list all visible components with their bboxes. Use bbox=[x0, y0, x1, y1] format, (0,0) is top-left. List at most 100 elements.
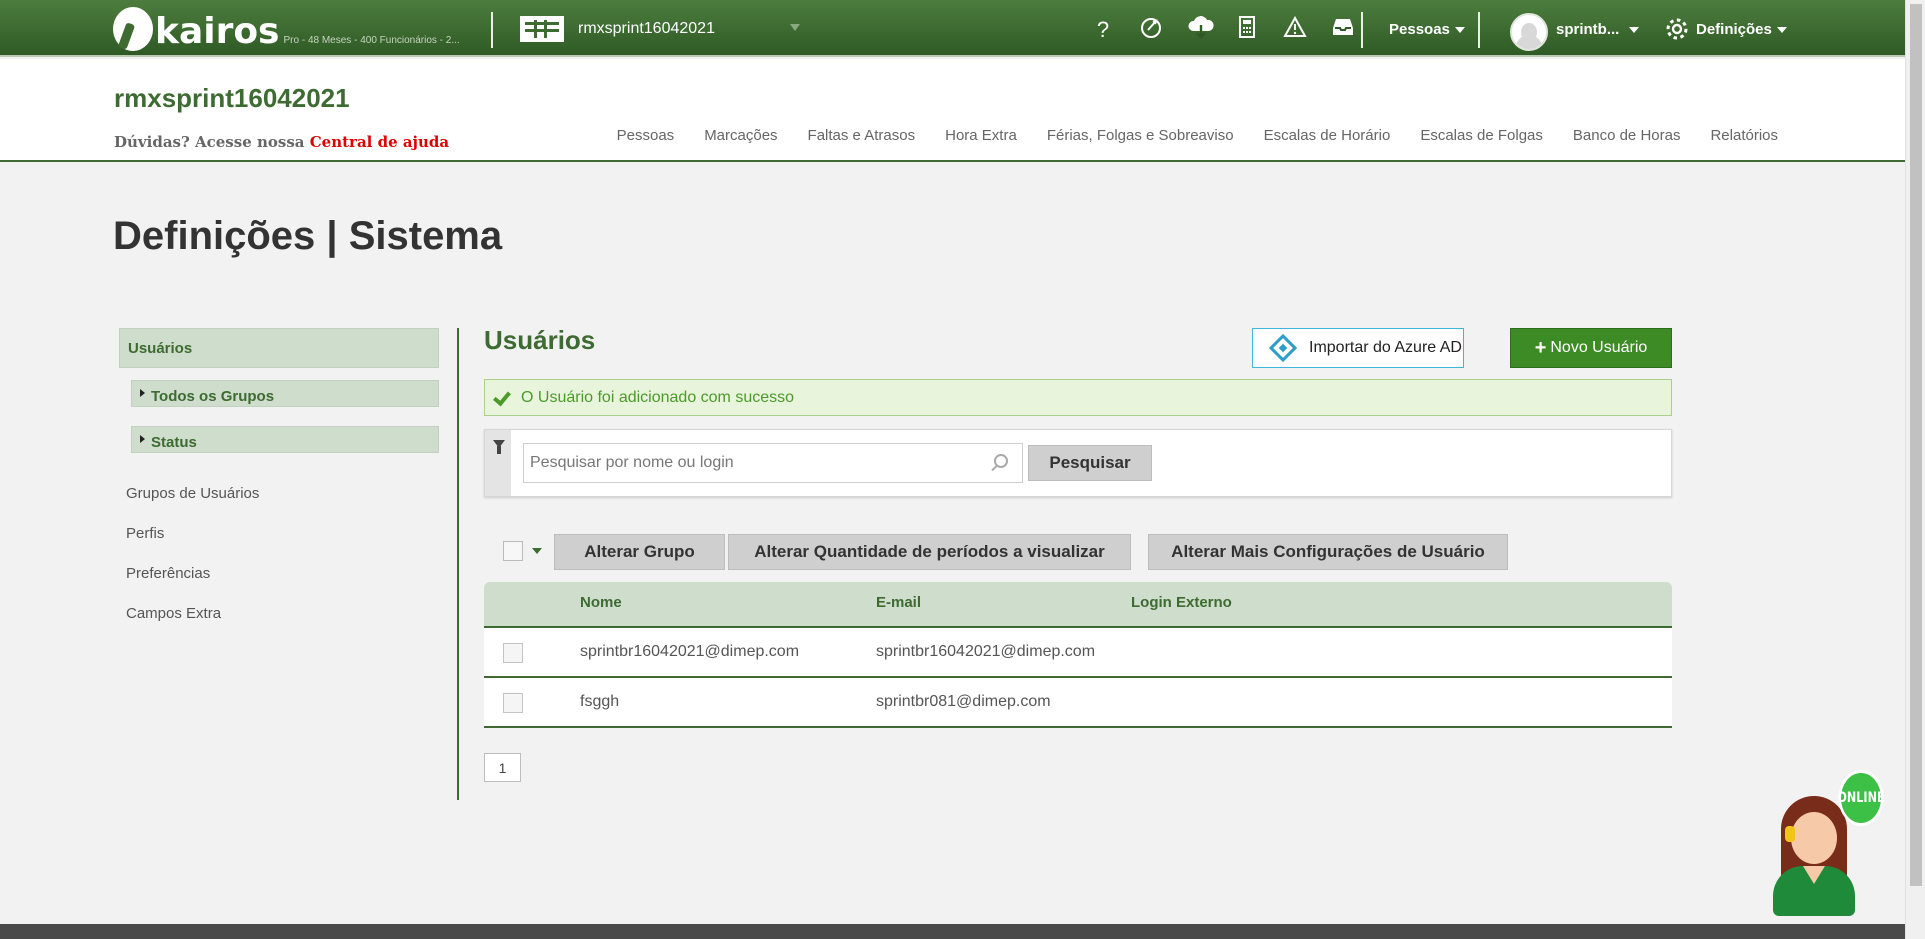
chat-widget[interactable]: ONLINE bbox=[1765, 770, 1895, 916]
user-menu-label: sprintb... bbox=[1556, 21, 1620, 38]
sidebar-item-label: Status bbox=[151, 433, 197, 451]
column-header-nome[interactable]: Nome bbox=[580, 594, 622, 611]
row-checkbox[interactable] bbox=[503, 693, 523, 713]
agent-face bbox=[1791, 812, 1837, 864]
vertical-divider bbox=[457, 328, 459, 800]
chevron-down-icon bbox=[1629, 26, 1640, 33]
search-button[interactable]: Pesquisar bbox=[1028, 445, 1152, 481]
nav-marcacoes[interactable]: Marcações bbox=[704, 127, 777, 144]
section-title: Usuários bbox=[484, 325, 596, 355]
search-icon[interactable] bbox=[994, 454, 1008, 468]
page-header: rmxsprint16042021 Dúvidas? Acesse nossa … bbox=[0, 59, 1905, 162]
top-icons: ? bbox=[1090, 15, 1378, 45]
nav-pessoas[interactable]: Pessoas bbox=[617, 127, 675, 144]
calculator-icon[interactable] bbox=[1234, 16, 1260, 44]
top-bar: kairos Pro - 48 Meses - 400 Funcionários… bbox=[0, 0, 1905, 57]
avatar[interactable] bbox=[1510, 13, 1548, 51]
user-menu[interactable]: sprintb... bbox=[1556, 21, 1640, 38]
cell-name[interactable]: fsggh bbox=[580, 693, 619, 711]
warning-icon[interactable] bbox=[1282, 15, 1308, 44]
divider bbox=[1478, 12, 1480, 48]
footer-bar bbox=[0, 924, 1905, 939]
success-alert: O Usuário foi adicionado com sucesso bbox=[484, 379, 1672, 416]
sidebar-item-label: Todos os Grupos bbox=[151, 387, 275, 405]
azure-ad-icon bbox=[1268, 333, 1298, 363]
nav-hora-extra[interactable]: Hora Extra bbox=[945, 127, 1017, 144]
nav-escalas-folgas[interactable]: Escalas de Folgas bbox=[1420, 127, 1543, 144]
table-row[interactable]: sprintbr16042021@dimep.com sprintbr16042… bbox=[484, 628, 1672, 678]
sidebar: Usuários Todos os Grupos Status Grupos d… bbox=[119, 328, 439, 622]
column-header-login-externo[interactable]: Login Externo bbox=[1131, 594, 1232, 611]
divider bbox=[1361, 12, 1363, 48]
settings-menu[interactable]: Definições bbox=[1696, 21, 1787, 38]
company-selector[interactable]: rmxsprint16042021 bbox=[520, 16, 715, 42]
help-center-link[interactable]: Central de ajuda bbox=[310, 133, 449, 151]
company-dropdown-caret-icon[interactable] bbox=[790, 24, 800, 31]
inbox-icon[interactable] bbox=[1330, 17, 1356, 43]
filter-icon bbox=[493, 440, 505, 454]
nav-relatorios[interactable]: Relatórios bbox=[1710, 127, 1778, 144]
import-azure-button[interactable]: Importar do Azure AD bbox=[1252, 328, 1464, 368]
select-dropdown-caret-icon[interactable] bbox=[532, 548, 542, 554]
online-status-badge[interactable]: ONLINE bbox=[1837, 770, 1885, 826]
vertical-scrollbar[interactable] bbox=[1905, 0, 1925, 939]
plus-icon: + bbox=[1534, 336, 1547, 359]
sidebar-item-campos-extra[interactable]: Campos Extra bbox=[126, 605, 221, 622]
table-header: Nome E-mail Login Externo bbox=[484, 582, 1672, 628]
company-title: rmxsprint16042021 bbox=[114, 83, 350, 113]
row-checkbox[interactable] bbox=[503, 643, 523, 663]
search-panel: Pesquisar bbox=[484, 429, 1672, 497]
sidebar-item-usuarios[interactable]: Usuários bbox=[119, 328, 439, 368]
help-text: Dúvidas? Acesse nossa Central de ajuda bbox=[114, 133, 449, 151]
new-user-button[interactable]: + Novo Usuário bbox=[1510, 328, 1672, 368]
scrollbar-thumb[interactable] bbox=[1910, 4, 1922, 886]
divider bbox=[491, 12, 493, 48]
cell-email: sprintbr081@dimep.com bbox=[876, 693, 1051, 710]
headset-icon bbox=[1785, 826, 1795, 842]
help-prefix: Dúvidas? Acesse nossa bbox=[114, 133, 305, 151]
gear-icon[interactable] bbox=[1665, 17, 1689, 46]
people-menu-label: Pessoas bbox=[1389, 21, 1450, 38]
check-icon bbox=[492, 388, 510, 406]
caret-right-icon bbox=[140, 389, 145, 397]
nav-faltas-atrasos[interactable]: Faltas e Atrasos bbox=[808, 127, 916, 144]
brand-name: kairos bbox=[155, 11, 280, 52]
sidebar-item-status[interactable]: Status bbox=[131, 426, 439, 453]
plan-info: Pro - 48 Meses - 400 Funcionários - 2... bbox=[283, 35, 460, 46]
people-menu[interactable]: Pessoas bbox=[1389, 21, 1465, 38]
table-row[interactable]: fsggh sprintbr081@dimep.com bbox=[484, 678, 1672, 728]
nav-escalas-horario[interactable]: Escalas de Horário bbox=[1264, 127, 1391, 144]
select-all-checkbox[interactable] bbox=[503, 541, 523, 561]
nav-ferias-folgas[interactable]: Férias, Folgas e Sobreaviso bbox=[1047, 127, 1234, 144]
change-group-button[interactable]: Alterar Grupo bbox=[554, 534, 725, 570]
main-nav: Pessoas Marcações Faltas e Atrasos Hora … bbox=[587, 127, 1778, 144]
sidebar-item-preferencias[interactable]: Preferências bbox=[126, 565, 210, 582]
users-table: Nome E-mail Login Externo sprintbr160420… bbox=[484, 582, 1672, 728]
change-periods-button[interactable]: Alterar Quantidade de períodos a visuali… bbox=[728, 534, 1131, 570]
sidebar-item-todos-grupos[interactable]: Todos os Grupos bbox=[131, 380, 439, 407]
rocket-icon[interactable] bbox=[1138, 15, 1164, 45]
company-selector-label: rmxsprint16042021 bbox=[578, 20, 715, 37]
nav-banco-horas[interactable]: Banco de Horas bbox=[1573, 127, 1681, 144]
pagination-page-button[interactable]: 1 bbox=[484, 753, 521, 782]
kairos-logo[interactable]: kairos Pro - 48 Meses - 400 Funcionários… bbox=[113, 5, 460, 51]
page-title: Definições | Sistema bbox=[113, 214, 503, 258]
import-azure-label: Importar do Azure AD bbox=[1309, 339, 1462, 356]
cell-email: sprintbr16042021@dimep.com bbox=[876, 643, 1096, 660]
caret-right-icon bbox=[140, 435, 145, 443]
column-header-email[interactable]: E-mail bbox=[876, 594, 921, 611]
change-user-settings-button[interactable]: Alterar Mais Configurações de Usuário bbox=[1148, 534, 1508, 570]
chevron-down-icon bbox=[1454, 26, 1465, 33]
new-user-label: Novo Usuário bbox=[1550, 339, 1648, 356]
search-input[interactable] bbox=[523, 443, 1023, 483]
chevron-down-icon bbox=[1776, 26, 1787, 33]
settings-menu-label: Definições bbox=[1696, 21, 1772, 38]
help-icon[interactable]: ? bbox=[1090, 17, 1116, 43]
sidebar-item-grupos-usuarios[interactable]: Grupos de Usuários bbox=[126, 485, 259, 502]
cloud-download-icon[interactable] bbox=[1186, 15, 1214, 45]
sidebar-item-perfis[interactable]: Perfis bbox=[126, 525, 164, 542]
logo-mark-icon bbox=[113, 7, 153, 51]
cell-name[interactable]: sprintbr16042021@dimep.com bbox=[580, 643, 799, 661]
building-icon bbox=[520, 16, 564, 42]
filter-toggle[interactable] bbox=[485, 430, 511, 496]
